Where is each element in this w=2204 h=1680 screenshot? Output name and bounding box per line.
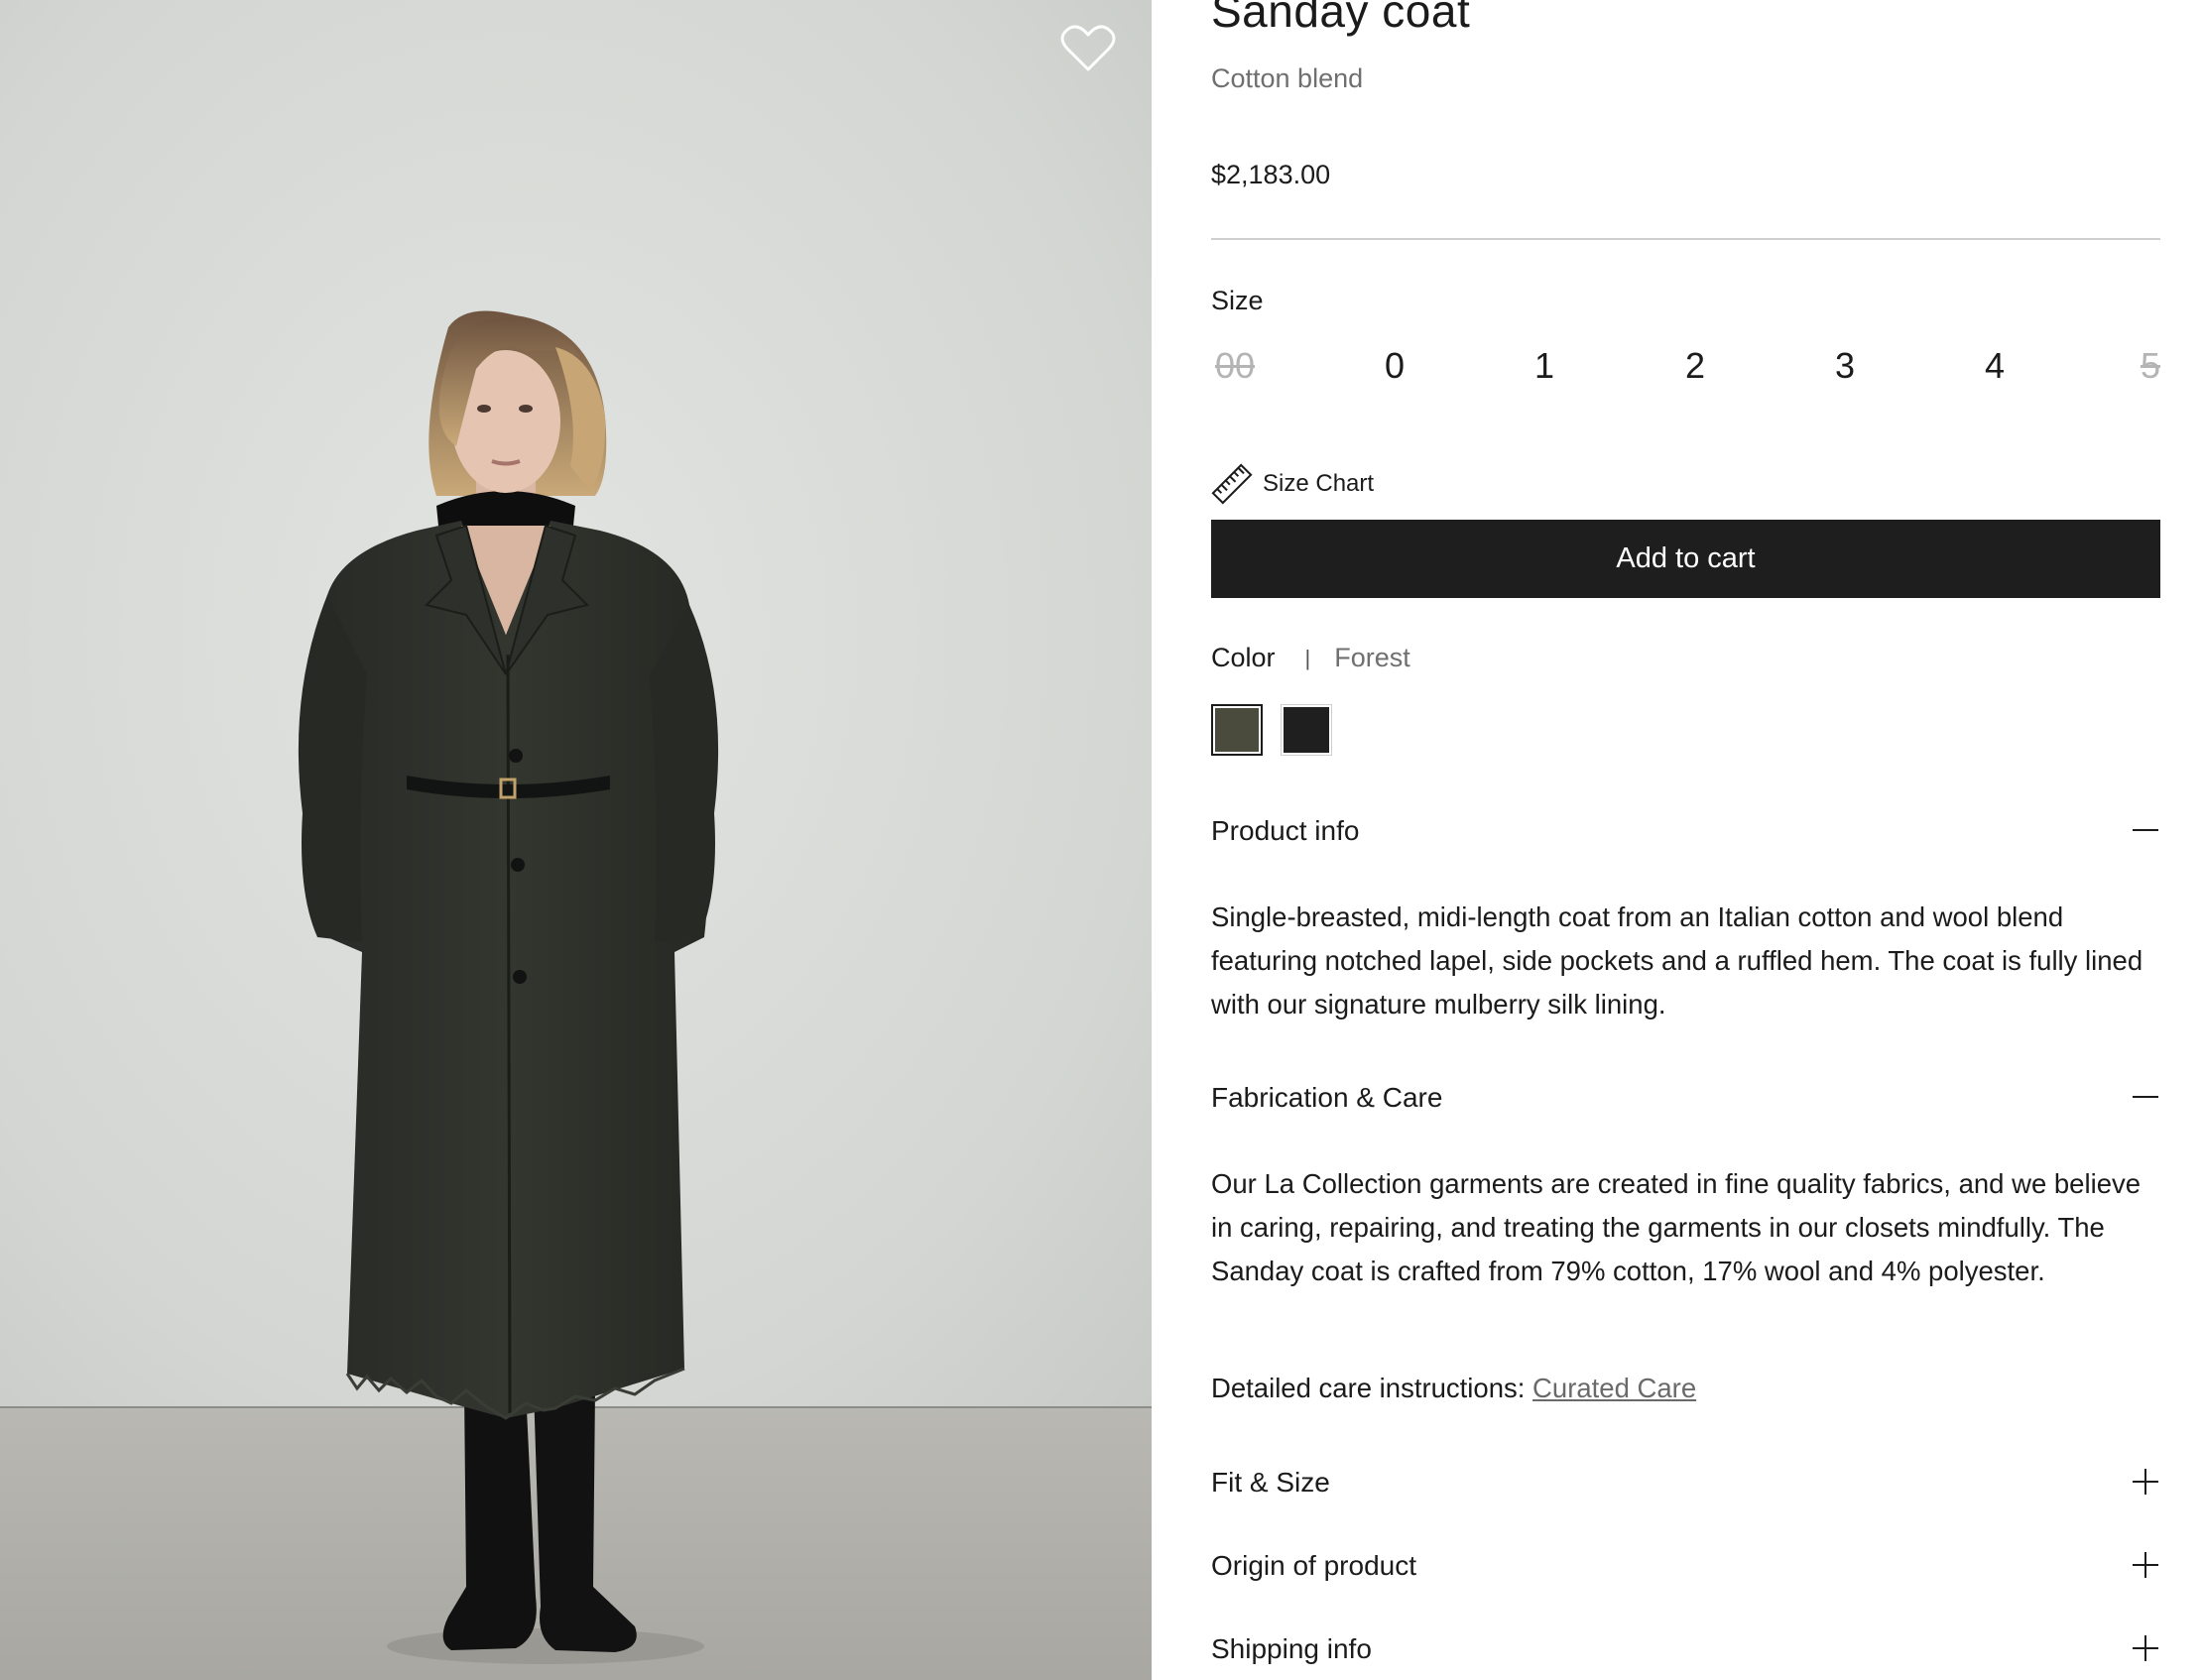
wishlist-button[interactable]	[1059, 22, 1117, 75]
selected-color-value: Forest	[1334, 643, 1410, 672]
ruler-icon	[1211, 463, 1253, 505]
minus-icon	[2133, 829, 2158, 831]
color-swatch-black[interactable]	[1281, 704, 1332, 756]
fabrication-care-text: Our La Collection garments are created i…	[1211, 1168, 2142, 1286]
accordion-shipping[interactable]: Shipping info	[1211, 1629, 2160, 1673]
size-selector: 00 0 1 2 3 4 5	[1211, 345, 2160, 401]
accordion-label: Fabrication & Care	[1211, 1082, 1443, 1113]
product-price: $2,183.00	[1211, 160, 1331, 189]
size-option-3[interactable]: 3	[1805, 345, 1885, 387]
product-info-text: Single-breasted, midi-length coat from a…	[1211, 901, 2143, 1020]
size-option-2[interactable]: 2	[1655, 345, 1735, 387]
accordion-label: Product info	[1211, 815, 1360, 846]
add-to-cart-button[interactable]: Add to cart	[1211, 520, 2160, 598]
accordion-label: Shipping info	[1211, 1633, 1372, 1664]
plus-icon	[2133, 1469, 2158, 1495]
divider	[1211, 238, 2160, 240]
product-photo-illustration	[0, 0, 1152, 1680]
size-chart-link[interactable]: Size Chart	[1211, 463, 1375, 505]
product-subtitle: Cotton blend	[1211, 63, 1364, 93]
care-instructions: Detailed care instructions: Curated Care	[1211, 1373, 1696, 1404]
accordion-fabrication-care[interactable]: Fabrication & Care	[1211, 1078, 2160, 1122]
plus-icon	[2133, 1635, 2158, 1661]
size-option-4[interactable]: 4	[1955, 345, 2034, 387]
color-separator: |	[1304, 645, 1311, 670]
heart-outline-icon	[1060, 25, 1116, 71]
size-option-5[interactable]: 5	[2105, 345, 2160, 387]
accordion-fit-size[interactable]: Fit & Size	[1211, 1463, 2160, 1506]
accordion-label: Fit & Size	[1211, 1467, 1330, 1498]
product-title: Sanday coat	[1211, 0, 1471, 37]
color-swatch-forest[interactable]	[1211, 704, 1263, 756]
size-option-0[interactable]: 0	[1355, 345, 1434, 387]
care-prefix: Detailed care instructions:	[1211, 1373, 1526, 1403]
accordion-origin[interactable]: Origin of product	[1211, 1546, 2160, 1590]
size-label: Size	[1211, 286, 1264, 315]
size-option-00[interactable]: 00	[1195, 345, 1275, 387]
swatch-fill	[1284, 707, 1329, 753]
plus-icon	[2133, 1552, 2158, 1578]
accordion-label: Origin of product	[1211, 1550, 1416, 1581]
size-option-1[interactable]: 1	[1505, 345, 1584, 387]
size-chart-label: Size Chart	[1263, 470, 1375, 497]
accordion-product-info[interactable]: Product info	[1211, 811, 2160, 855]
color-label: Color	[1211, 643, 1276, 672]
color-heading: Color | Forest	[1211, 643, 1410, 673]
curated-care-link[interactable]: Curated Care	[1532, 1373, 1696, 1403]
swatch-fill	[1215, 708, 1259, 752]
product-image[interactable]	[0, 0, 1152, 1680]
minus-icon	[2133, 1096, 2158, 1098]
